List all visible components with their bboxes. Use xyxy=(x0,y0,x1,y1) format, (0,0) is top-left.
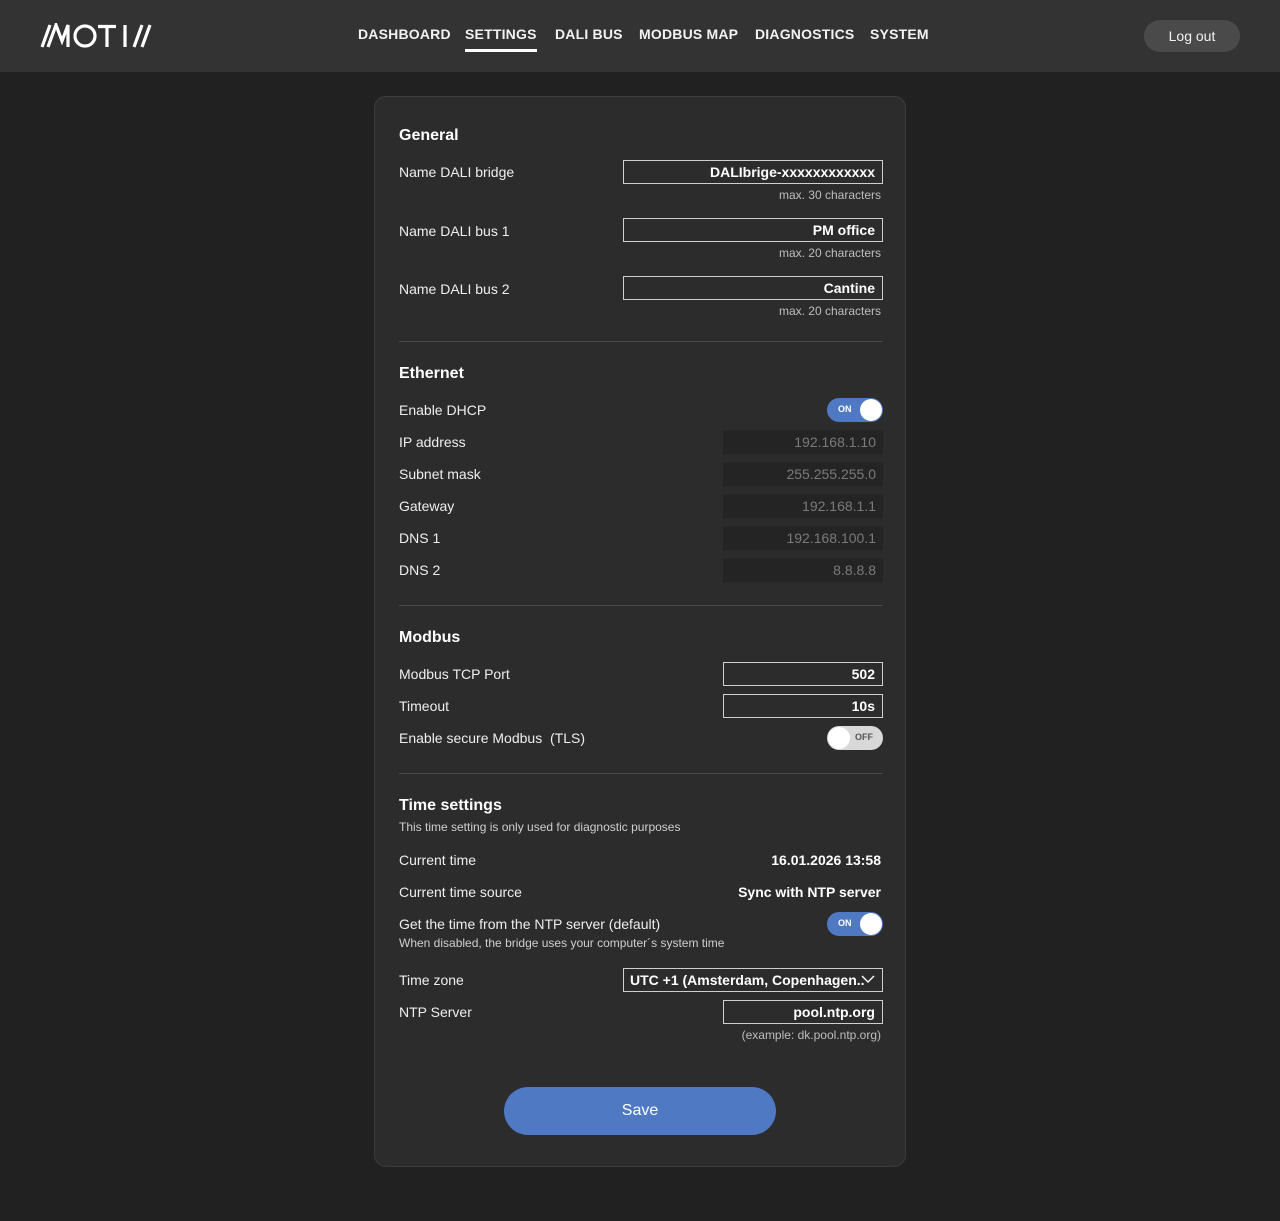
dns1-input[interactable]: 192.168.100.1 xyxy=(723,526,883,550)
nav-dali-bus[interactable]: DALI BUS xyxy=(555,26,623,42)
bus2-name-label: Name DALI bus 2 xyxy=(399,281,510,297)
time-source-value: Sync with NTP server xyxy=(738,884,881,900)
nav-system[interactable]: SYSTEM xyxy=(870,26,929,42)
ip-input[interactable]: 192.168.1.10 xyxy=(723,430,883,454)
tls-toggle-state: OFF xyxy=(855,732,873,742)
toggle-knob xyxy=(860,913,882,935)
bridge-name-label: Name DALI bridge xyxy=(399,164,515,180)
toggle-knob xyxy=(828,727,850,749)
bus1-name-input[interactable]: PM office xyxy=(623,218,883,242)
top-bar: DASHBOARD SETTINGS DALI BUS MODBUS MAP D… xyxy=(0,0,1280,72)
current-time-label: Current time xyxy=(399,852,477,868)
timezone-value: UTC +1 (Amsterdam, Copenhagen.. xyxy=(630,972,865,988)
ntp-server-hint: (example: dk.pool.ntp.org) xyxy=(741,1028,881,1042)
dhcp-toggle[interactable]: ON xyxy=(827,398,883,422)
general-heading: General xyxy=(399,127,459,144)
logout-button[interactable]: Log out xyxy=(1144,20,1240,52)
time-heading: Time settings xyxy=(399,797,502,814)
modbus-port-input[interactable]: 502 xyxy=(723,662,883,686)
section-divider xyxy=(399,773,883,774)
subnet-input[interactable]: 255.255.255.0 xyxy=(723,462,883,486)
timeout-label: Timeout xyxy=(399,698,450,714)
bridge-name-hint: max. 30 characters xyxy=(778,188,881,202)
nav-dashboard[interactable]: DASHBOARD xyxy=(358,26,451,42)
time-subtitle: This time setting is only used for diagn… xyxy=(399,820,681,834)
ntp-toggle-hint: When disabled, the bridge uses your comp… xyxy=(399,936,725,950)
dns1-label: DNS 1 xyxy=(399,530,441,546)
section-divider xyxy=(399,605,883,606)
bus2-name-hint: max. 20 characters xyxy=(778,304,881,318)
gateway-input[interactable]: 192.168.1.1 xyxy=(723,494,883,518)
ntp-toggle-state: ON xyxy=(838,918,852,928)
toggle-knob xyxy=(860,399,882,421)
timeout-input[interactable]: 10s xyxy=(723,694,883,718)
nav-diagnostics[interactable]: DIAGNOSTICS xyxy=(755,26,854,42)
nav-settings[interactable]: SETTINGS xyxy=(465,26,537,52)
tls-label: Enable secure Modbus (TLS) xyxy=(399,730,585,746)
bus1-name-hint: max. 20 characters xyxy=(778,246,881,260)
bus2-name-input[interactable]: Cantine xyxy=(623,276,883,300)
main-nav: DASHBOARD SETTINGS DALI BUS MODBUS MAP D… xyxy=(0,0,1280,72)
dns2-input[interactable]: 8.8.8.8 xyxy=(723,558,883,582)
modbus-heading: Modbus xyxy=(399,629,461,646)
ip-label: IP address xyxy=(399,434,466,450)
chevron-down-icon xyxy=(861,975,875,983)
time-source-label: Current time source xyxy=(399,884,522,900)
subnet-label: Subnet mask xyxy=(399,466,481,482)
bridge-name-input[interactable]: DALIbrige-xxxxxxxxxxxx xyxy=(623,160,883,184)
ntp-server-label: NTP Server xyxy=(399,1004,472,1020)
timezone-label: Time zone xyxy=(399,972,464,988)
tls-toggle[interactable]: OFF xyxy=(827,726,883,750)
dhcp-label: Enable DHCP xyxy=(399,402,487,418)
save-button[interactable]: Save xyxy=(504,1087,776,1135)
settings-card: General Name DALI bridge DALIbrige-xxxxx… xyxy=(374,96,906,1167)
dhcp-toggle-state: ON xyxy=(838,404,852,414)
section-divider xyxy=(399,341,883,342)
nav-modbus-map[interactable]: MODBUS MAP xyxy=(639,26,738,42)
gateway-label: Gateway xyxy=(399,498,455,514)
ntp-toggle-label: Get the time from the NTP server (defaul… xyxy=(399,916,661,932)
current-time-value: 16.01.2026 13:58 xyxy=(771,852,881,868)
ntp-toggle[interactable]: ON xyxy=(827,912,883,936)
timezone-select[interactable]: UTC +1 (Amsterdam, Copenhagen.. xyxy=(623,968,883,992)
dns2-label: DNS 2 xyxy=(399,562,441,578)
ntp-server-input[interactable]: pool.ntp.org xyxy=(723,1000,883,1024)
ethernet-heading: Ethernet xyxy=(399,365,464,382)
bus1-name-label: Name DALI bus 1 xyxy=(399,223,510,239)
modbus-port-label: Modbus TCP Port xyxy=(399,666,510,682)
